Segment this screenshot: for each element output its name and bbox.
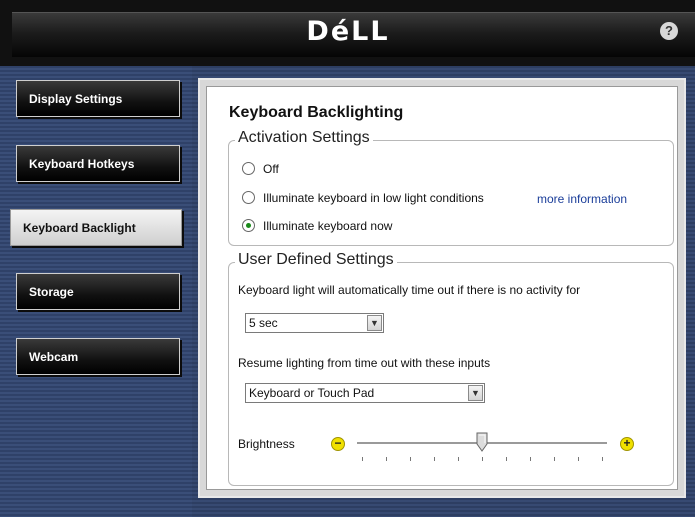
- slider-thumb-icon: [476, 432, 488, 452]
- radio-button[interactable]: [242, 162, 255, 176]
- dell-logo: DéLL: [306, 16, 390, 47]
- timeout-select[interactable]: 5 sec ▼: [245, 313, 384, 333]
- timeout-select-value: 5 sec: [249, 316, 278, 330]
- header-bar: DéLL ?: [0, 0, 695, 66]
- resume-label: Resume lighting from time out with these…: [238, 356, 491, 370]
- brightness-slider-thumb[interactable]: [476, 432, 488, 452]
- resume-inputs-select[interactable]: Keyboard or Touch Pad ▼: [245, 383, 485, 403]
- radio-button-checked[interactable]: [242, 219, 255, 233]
- chevron-down-icon[interactable]: ▼: [468, 385, 483, 401]
- radio-low-light-label: Illuminate keyboard in low light conditi…: [263, 191, 484, 205]
- radio-off[interactable]: Off: [242, 161, 279, 177]
- nav-storage[interactable]: Storage: [16, 273, 180, 310]
- slider-tick: [554, 457, 555, 461]
- slider-tick: [482, 457, 483, 461]
- user-defined-settings-legend: User Defined Settings: [235, 251, 397, 269]
- help-icon[interactable]: ?: [660, 22, 678, 40]
- timeout-label: Keyboard light will automatically time o…: [238, 283, 581, 297]
- slider-tick: [410, 457, 411, 461]
- slider-tick: [362, 457, 363, 461]
- brightness-label: Brightness: [238, 437, 295, 451]
- slider-tick: [578, 457, 579, 461]
- radio-illuminate-now[interactable]: Illuminate keyboard now: [242, 218, 392, 234]
- slider-tick: [506, 457, 507, 461]
- radio-illuminate-now-label: Illuminate keyboard now: [263, 219, 393, 233]
- slider-tick: [602, 457, 603, 461]
- slider-tick: [530, 457, 531, 461]
- slider-tick: [386, 457, 387, 461]
- nav-keyboard-hotkeys[interactable]: Keyboard Hotkeys: [16, 145, 180, 182]
- nav-webcam[interactable]: Webcam: [16, 338, 180, 375]
- nav-keyboard-backlight[interactable]: Keyboard Backlight: [10, 209, 182, 246]
- brightness-increase-icon[interactable]: +: [620, 437, 634, 451]
- radio-button[interactable]: [242, 191, 255, 205]
- brightness-decrease-icon[interactable]: −: [331, 437, 345, 451]
- nav-display-settings[interactable]: Display Settings: [16, 80, 180, 117]
- activation-settings-legend: Activation Settings: [235, 129, 373, 147]
- page-title: Keyboard Backlighting: [229, 104, 404, 121]
- chevron-down-icon[interactable]: ▼: [367, 315, 382, 331]
- more-information-link[interactable]: more information: [537, 192, 627, 206]
- slider-tick: [458, 457, 459, 461]
- radio-off-label: Off: [263, 162, 279, 176]
- resume-select-value: Keyboard or Touch Pad: [249, 386, 375, 400]
- radio-low-light[interactable]: Illuminate keyboard in low light conditi…: [242, 190, 484, 206]
- slider-tick: [434, 457, 435, 461]
